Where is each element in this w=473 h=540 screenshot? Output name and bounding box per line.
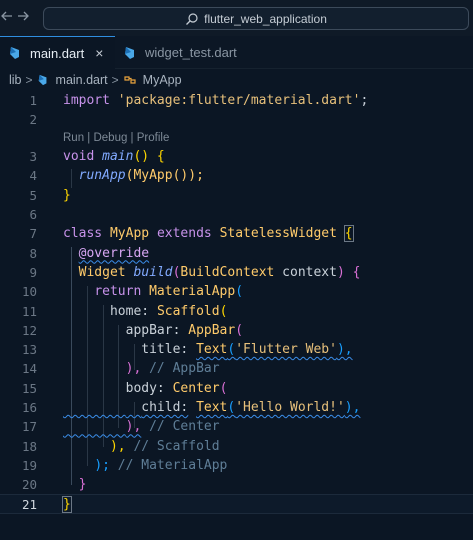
class-symbol-icon — [124, 76, 136, 84]
line-number: 13 — [21, 342, 37, 358]
line-number: 10 — [21, 284, 37, 300]
code-line: 8 @override — [0, 244, 473, 263]
breadcrumb-symbol[interactable]: MyApp — [143, 73, 182, 87]
line-number: 5 — [29, 187, 37, 203]
code-line: 16 child: Text('Hello World!'), — [0, 398, 473, 417]
code-line: 7 class MyApp extends StatelessWidget { — [0, 224, 473, 243]
chevron-right-icon: > — [111, 73, 119, 87]
code-line: 9 Widget build(BuildContext context) { — [0, 263, 473, 282]
codelens-run-debug-profile[interactable]: Run | Debug | Profile — [63, 132, 169, 144]
line-number: 11 — [21, 303, 37, 319]
line-number: 16 — [21, 400, 37, 416]
title-bar: flutter_web_application — [0, 0, 473, 36]
line-number: 8 — [29, 245, 37, 261]
line-number: 20 — [21, 477, 37, 493]
code-line: 6 — [0, 205, 473, 224]
tab-widget-test-dart[interactable]: widget_test.dart — [115, 36, 255, 69]
code-line: 3 void main() { — [0, 147, 473, 166]
close-icon[interactable]: × — [95, 45, 103, 61]
code-line: 1 import 'package:flutter/material.dart'… — [0, 91, 473, 110]
editor-tab-bar: main.dart × widget_test.dart — [0, 36, 473, 69]
code-line: 10 return MaterialApp( — [0, 282, 473, 301]
codelens-row[interactable]: Run | Debug | Profile — [0, 129, 473, 147]
line-number: 18 — [21, 438, 37, 454]
code-line: 4 runApp(MyApp()); — [0, 166, 473, 185]
workspace-name: flutter_web_application — [204, 11, 327, 26]
dart-file-icon — [125, 46, 134, 59]
tab-label: main.dart — [30, 45, 85, 61]
code-line: 15 body: Center( — [0, 379, 473, 398]
search-icon — [186, 12, 198, 25]
line-number: 4 — [29, 168, 37, 184]
code-line: 18 ), // Scaffold — [0, 437, 473, 456]
line-number: 7 — [29, 226, 37, 242]
code-line: 17 ), // Center — [0, 417, 473, 436]
code-editor[interactable]: 1 import 'package:flutter/material.dart'… — [0, 91, 473, 540]
line-number: 14 — [21, 361, 37, 377]
line-number: 6 — [29, 207, 37, 223]
arrow-left-icon[interactable] — [0, 9, 14, 27]
line-number: 17 — [21, 419, 37, 435]
command-center-search[interactable]: flutter_web_application — [43, 7, 469, 30]
line-number: 1 — [29, 93, 37, 109]
line-number: 19 — [21, 457, 37, 473]
line-number: 21 — [21, 496, 37, 512]
code-line: 19 ); // MaterialApp — [0, 456, 473, 475]
dart-file-icon — [10, 47, 19, 59]
line-number: 12 — [21, 322, 37, 338]
breadcrumb: lib > main.dart > MyApp — [0, 69, 473, 91]
line-number: 15 — [21, 380, 37, 396]
code-line: 12 appBar: AppBar( — [0, 321, 473, 340]
dart-file-icon — [38, 74, 46, 86]
code-line: 13 title: Text('Flutter Web'), — [0, 340, 473, 359]
line-number: 2 — [29, 112, 37, 128]
code-line: 11 home: Scaffold( — [0, 301, 473, 320]
chevron-right-icon: > — [25, 73, 33, 87]
code-line: 5 } — [0, 186, 473, 205]
line-number: 9 — [29, 264, 37, 280]
tab-main-dart[interactable]: main.dart × — [0, 36, 115, 69]
arrow-right-icon[interactable] — [16, 9, 30, 27]
breadcrumb-folder[interactable]: lib — [9, 73, 22, 87]
code-line-current: 21 } — [0, 494, 473, 514]
line-number: 3 — [29, 149, 37, 165]
breadcrumb-file[interactable]: main.dart — [56, 73, 108, 87]
code-line: 20 } — [0, 475, 473, 494]
code-line: 14 ), // AppBar — [0, 359, 473, 378]
tab-label: widget_test.dart — [145, 45, 237, 60]
code-line: 2 — [0, 110, 473, 129]
